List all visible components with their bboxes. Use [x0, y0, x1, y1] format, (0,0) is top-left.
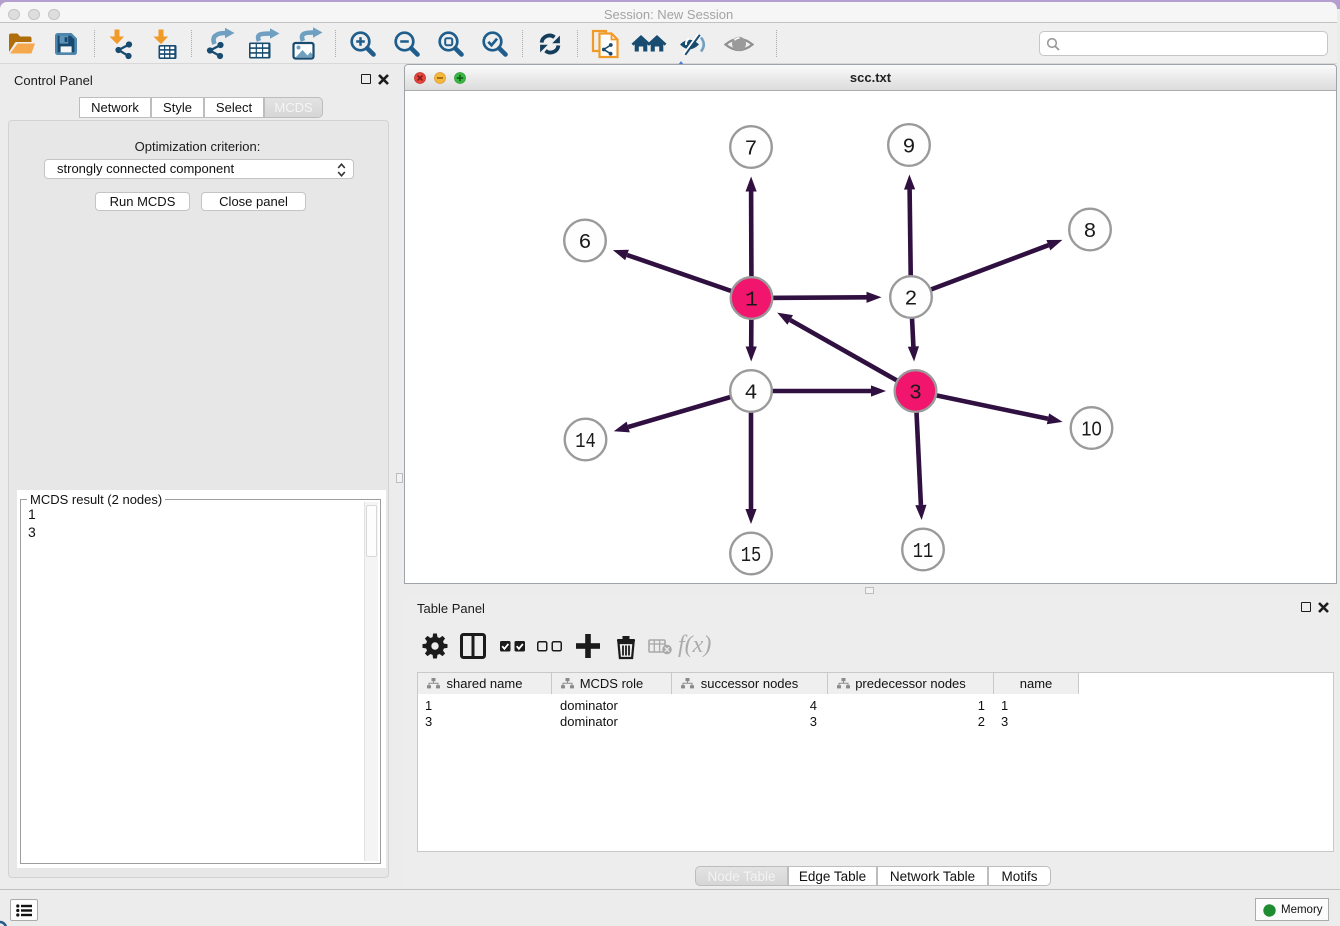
- svg-text:9: 9: [903, 136, 916, 160]
- svg-text:10: 10: [1081, 418, 1102, 441]
- svg-text:15: 15: [741, 544, 762, 568]
- svg-text:4: 4: [745, 382, 758, 406]
- svg-text:3: 3: [909, 382, 922, 406]
- svg-text:11: 11: [913, 540, 934, 564]
- svg-text:2: 2: [905, 288, 918, 312]
- svg-text:7: 7: [745, 138, 758, 162]
- svg-text:f(x): f(x): [678, 632, 711, 658]
- svg-text:14: 14: [575, 430, 596, 454]
- svg-text:1: 1: [745, 289, 758, 313]
- svg-text:6: 6: [579, 231, 592, 255]
- svg-text:8: 8: [1084, 220, 1097, 244]
